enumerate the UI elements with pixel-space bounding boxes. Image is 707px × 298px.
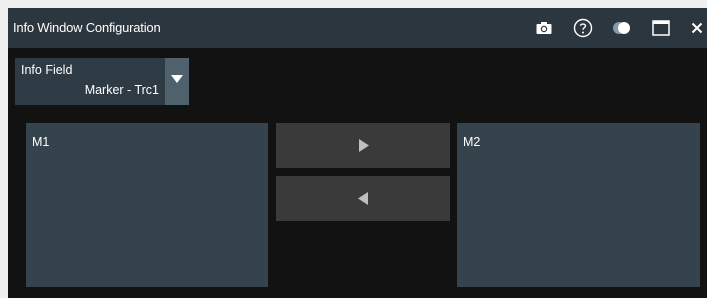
move-left-button[interactable] [276, 176, 450, 221]
move-right-button[interactable] [276, 123, 450, 168]
left-marker-list[interactable]: M1 [26, 123, 268, 287]
arrow-left-icon [358, 192, 368, 205]
window-title: Info Window Configuration [13, 20, 161, 35]
info-field-selector[interactable]: Info Field Marker - Trc1 [15, 58, 165, 105]
info-field-dropdown-button[interactable] [165, 58, 189, 105]
maximize-icon[interactable] [650, 18, 672, 38]
right-list-item-m2[interactable]: M2 [463, 135, 480, 149]
camera-icon[interactable] [534, 18, 554, 38]
right-marker-list[interactable]: M2 [457, 123, 700, 287]
close-icon[interactable] [688, 18, 706, 38]
info-field-value: Marker - Trc1 [84, 83, 159, 97]
chevron-down-icon [171, 75, 183, 83]
left-list-item-m1[interactable]: M1 [32, 135, 49, 149]
toggle-icon[interactable] [610, 18, 634, 38]
info-field-label: Info Field [21, 63, 73, 77]
help-icon[interactable] [572, 18, 594, 38]
info-window-dialog: Info Window Configuration Info Field Mar… [8, 8, 707, 298]
arrow-right-icon [359, 139, 369, 152]
title-bar: Info Window Configuration [8, 8, 707, 48]
